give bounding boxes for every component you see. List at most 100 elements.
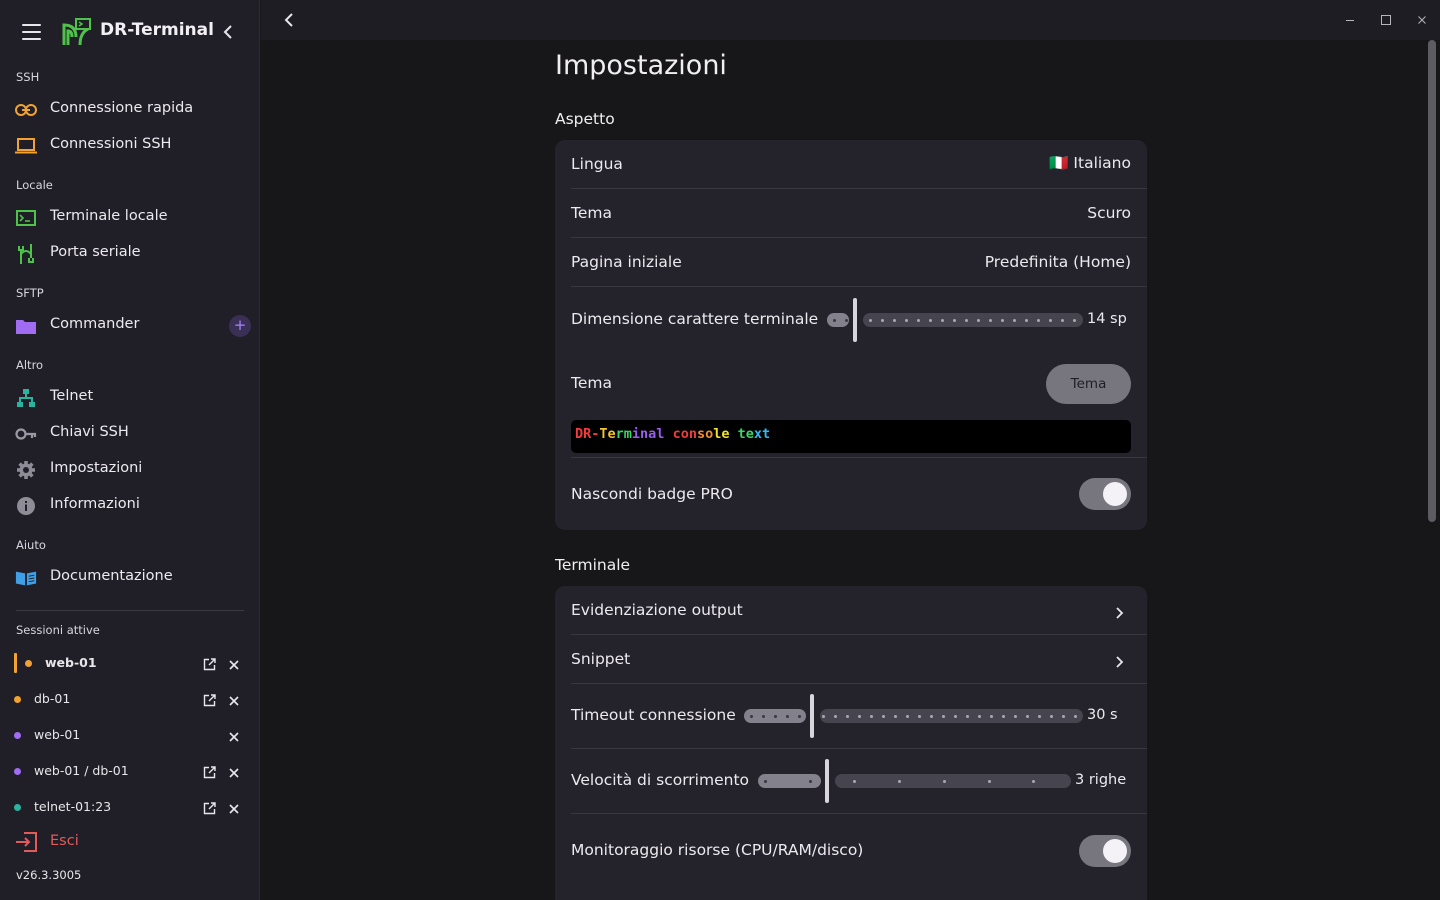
sidebar-item-label: Porta seriale: [50, 244, 141, 260]
slider-thumb[interactable]: [824, 759, 829, 803]
hide-pro-toggle[interactable]: [1079, 478, 1131, 510]
setting-label: Lingua: [571, 155, 623, 173]
close-session-icon[interactable]: [228, 764, 240, 778]
setting-start-page[interactable]: Pagina iniziale Predefinita (Home): [571, 238, 1147, 287]
slider-thumb[interactable]: [809, 694, 814, 738]
slider-tick: [764, 779, 767, 783]
sidebar-item-label: Commander: [50, 316, 140, 332]
setting-hide-pro: Nascondi badge PRO: [571, 457, 1147, 530]
sidebar-item-ssh-connections[interactable]: Connessioni SSH: [0, 128, 260, 164]
maximize-icon[interactable]: [1378, 12, 1394, 28]
slider-thumb[interactable]: [853, 298, 858, 342]
section-label-other: Altro: [16, 358, 44, 372]
slider-tick: [798, 714, 801, 718]
language-value: 🇮🇹 Italiano: [1049, 154, 1131, 172]
slider-tick: [774, 714, 777, 718]
session-item[interactable]: web-01: [0, 645, 260, 681]
font-size-slider[interactable]: [571, 287, 1147, 353]
setting-language[interactable]: Lingua 🇮🇹 Italiano: [571, 140, 1147, 189]
section-label-sftp: SFTP: [16, 286, 44, 300]
sidebar-item-label: Terminale locale: [50, 208, 168, 224]
slider-tick: [1026, 714, 1029, 718]
main-scrollbar[interactable]: [1428, 40, 1436, 522]
setting-font-size: Dimensione carattere terminale 14 sp: [571, 287, 1147, 353]
terminal-preview: DR-Terminal console text: [571, 420, 1131, 453]
setting-label: Tema: [571, 204, 612, 222]
session-status-dot: [14, 732, 21, 739]
preview-text-segment: Te: [599, 426, 616, 442]
setting-scroll-speed: Velocità di scorrimento 3 righe: [571, 749, 1147, 814]
sessions-label: Sessioni attive: [16, 623, 100, 637]
book-icon: [15, 568, 37, 588]
sidebar-item-settings[interactable]: Impostazioni: [0, 452, 260, 488]
slider-tick: [1073, 318, 1076, 322]
close-session-icon[interactable]: [228, 800, 240, 814]
app-title: DR-Terminal: [100, 20, 214, 40]
scroll-speed-slider[interactable]: [571, 749, 1147, 813]
sidebar-item-docs[interactable]: Documentazione: [0, 560, 260, 596]
group-title-terminal: Terminale: [555, 556, 631, 574]
setting-snippet[interactable]: Snippet: [571, 635, 1147, 684]
close-session-icon[interactable]: [228, 656, 240, 670]
sidebar-item-label: Informazioni: [50, 496, 140, 512]
session-name: telnet-01:23: [34, 799, 112, 814]
preview-text-segment: con: [672, 426, 697, 442]
sidebar: DR-Terminal SSH Connessione rapida Conne…: [0, 0, 260, 900]
setting-label: Monitoraggio risorse (CPU/RAM/disco): [571, 841, 864, 859]
slider-tick: [808, 779, 812, 783]
slider-tick: [905, 318, 908, 322]
menu-icon[interactable]: [22, 24, 41, 40]
setting-monitoring: Monitoraggio risorse (CPU/RAM/disco): [571, 814, 1147, 887]
close-session-icon[interactable]: [228, 692, 240, 706]
terminal-icon: [15, 208, 37, 228]
open-external-icon[interactable]: [203, 656, 216, 671]
key-icon: [15, 424, 37, 444]
close-window-icon[interactable]: [1414, 12, 1430, 28]
open-external-icon[interactable]: [203, 764, 216, 779]
back-icon[interactable]: [279, 10, 299, 30]
sidebar-item-local-terminal[interactable]: Terminale locale: [0, 200, 260, 236]
slider-tick: [989, 318, 992, 322]
settings-page: Impostazioni Aspetto Lingua 🇮🇹 Italiano …: [261, 40, 1440, 900]
open-external-icon[interactable]: [203, 692, 216, 707]
terminal-theme-button[interactable]: Tema: [1046, 364, 1131, 404]
app-version: v26.3.3005: [16, 868, 82, 882]
session-item[interactable]: telnet-01:23: [0, 789, 260, 825]
open-external-icon[interactable]: [203, 800, 216, 815]
slider-tick: [1014, 714, 1017, 718]
session-item[interactable]: web-01: [0, 717, 260, 753]
minimize-icon[interactable]: [1342, 12, 1358, 28]
sidebar-item-info[interactable]: Informazioni: [0, 488, 260, 524]
slider-tick: [930, 714, 933, 718]
network-icon: [15, 388, 37, 408]
sidebar-item-quick-connect[interactable]: Connessione rapida: [0, 92, 260, 128]
session-status-dot: [14, 696, 21, 703]
collapse-sidebar-icon[interactable]: [218, 22, 238, 42]
slider-tick: [1050, 714, 1053, 718]
slider-tick: [942, 714, 945, 718]
sidebar-item-telnet[interactable]: Telnet: [0, 380, 260, 416]
sidebar-item-serial-port[interactable]: Porta seriale: [0, 236, 260, 272]
setting-theme[interactable]: Tema Scuro: [571, 189, 1147, 238]
slider-tick: [845, 318, 848, 322]
sidebar-item-label: Telnet: [50, 388, 94, 404]
terminal-card: Evidenziazione output Snippet Timeout co…: [555, 586, 1147, 900]
session-name: web-01 / db-01: [34, 763, 129, 778]
timeout-slider[interactable]: [571, 684, 1147, 748]
toggle-knob: [1103, 482, 1127, 506]
slider-tick: [953, 318, 956, 322]
slider-tick: [893, 318, 896, 322]
exit-button[interactable]: Esci: [0, 826, 260, 858]
sidebar-item-commander[interactable]: Commander: [0, 308, 260, 344]
slider-tick: [1013, 318, 1016, 322]
slider-tick: [1049, 318, 1052, 322]
session-item[interactable]: db-01: [0, 681, 260, 717]
close-session-icon[interactable]: [228, 728, 240, 742]
slider-tick: [987, 779, 991, 783]
monitoring-toggle[interactable]: [1079, 835, 1131, 867]
session-item[interactable]: web-01 / db-01: [0, 753, 260, 789]
setting-output-highlight[interactable]: Evidenziazione output: [571, 586, 1147, 635]
add-commander-button[interactable]: +: [229, 315, 251, 337]
sidebar-item-ssh-keys[interactable]: Chiavi SSH: [0, 416, 260, 452]
slider-tick: [929, 318, 932, 322]
